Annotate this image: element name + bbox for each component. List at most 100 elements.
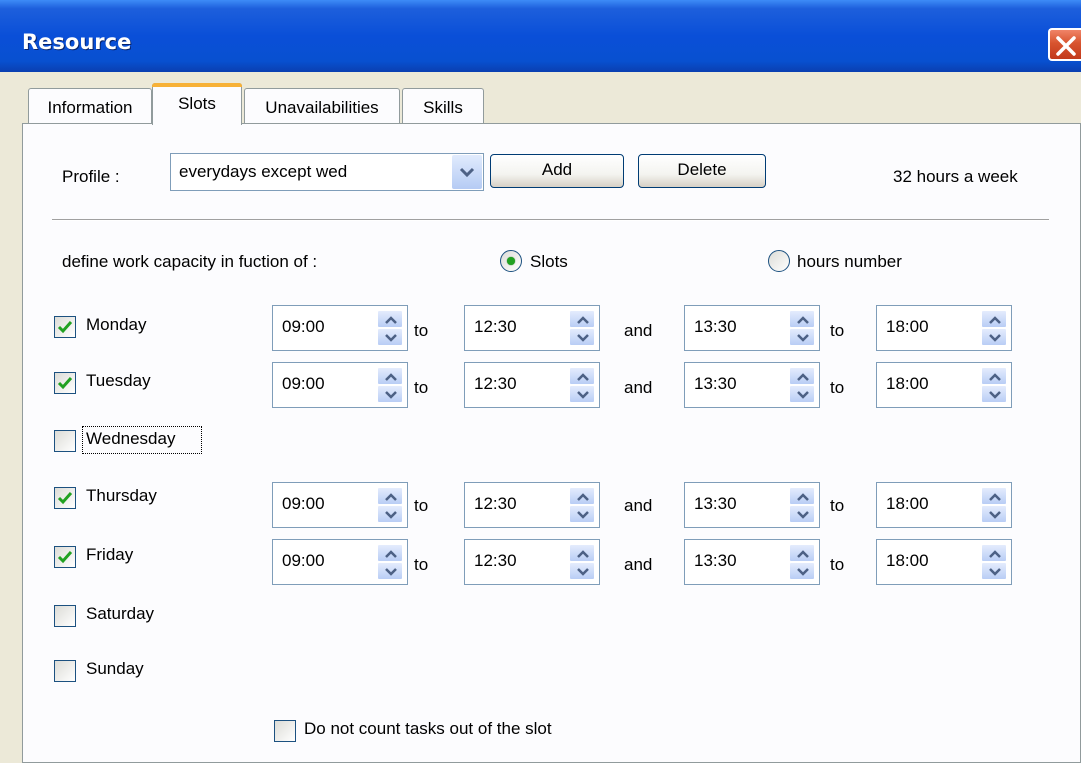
arrow-up-icon bbox=[577, 550, 589, 558]
spin-down-button[interactable] bbox=[377, 328, 403, 346]
arrow-up-icon bbox=[577, 373, 589, 381]
radio-hours-number[interactable] bbox=[768, 250, 790, 272]
time-value: 18:00 bbox=[886, 317, 929, 336]
checkbox-sunday[interactable] bbox=[54, 660, 76, 682]
spin-down-button[interactable] bbox=[377, 385, 403, 403]
arrow-up-icon bbox=[797, 493, 809, 501]
spin-down-button[interactable] bbox=[981, 385, 1007, 403]
monday-slot1-end[interactable]: 12:30 bbox=[464, 305, 600, 351]
arrow-up-icon bbox=[385, 493, 397, 501]
friday-slot1-end[interactable]: 12:30 bbox=[464, 539, 600, 585]
checkbox-tuesday[interactable] bbox=[54, 372, 76, 394]
spin-up-button[interactable] bbox=[377, 310, 403, 328]
spin-down-button[interactable] bbox=[981, 562, 1007, 580]
arrow-up-icon bbox=[989, 550, 1001, 558]
profile-select[interactable]: everydays except wed bbox=[170, 153, 484, 191]
friday-slot2-end[interactable]: 18:00 bbox=[876, 539, 1012, 585]
spin-down-button[interactable] bbox=[569, 562, 595, 580]
arrow-up-icon bbox=[989, 316, 1001, 324]
spin-up-button[interactable] bbox=[377, 367, 403, 385]
tab-information[interactable]: Information bbox=[28, 88, 152, 124]
dropdown-button[interactable] bbox=[452, 155, 482, 189]
arrow-down-icon bbox=[797, 334, 809, 342]
spin-up-button[interactable] bbox=[377, 544, 403, 562]
arrow-down-icon bbox=[989, 511, 1001, 519]
spin-up-button[interactable] bbox=[981, 310, 1007, 328]
friday-slot2-start[interactable]: 13:30 bbox=[684, 539, 820, 585]
arrow-up-icon bbox=[385, 373, 397, 381]
spin-up-button[interactable] bbox=[569, 310, 595, 328]
checkbox-wednesday[interactable] bbox=[54, 430, 76, 452]
spin-down-button[interactable] bbox=[789, 385, 815, 403]
time-value: 13:30 bbox=[694, 551, 737, 570]
thursday-slot1-end[interactable]: 12:30 bbox=[464, 482, 600, 528]
to-label: to bbox=[414, 496, 429, 515]
arrow-down-icon bbox=[385, 391, 397, 399]
thursday-slot2-start[interactable]: 13:30 bbox=[684, 482, 820, 528]
tab-skills-label: Skills bbox=[423, 98, 463, 117]
spin-up-button[interactable] bbox=[789, 487, 815, 505]
arrow-down-icon bbox=[989, 334, 1001, 342]
spin-up-button[interactable] bbox=[377, 487, 403, 505]
arrow-down-icon bbox=[577, 568, 589, 576]
monday-slot1-start[interactable]: 09:00 bbox=[272, 305, 408, 351]
arrow-down-icon bbox=[989, 568, 1001, 576]
day-label-wednesday: Wednesday bbox=[86, 429, 176, 448]
checkbox-thursday[interactable] bbox=[54, 487, 76, 509]
monday-slot2-start[interactable]: 13:30 bbox=[684, 305, 820, 351]
spin-down-button[interactable] bbox=[789, 562, 815, 580]
tuesday-slot1-end[interactable]: 12:30 bbox=[464, 362, 600, 408]
tab-slots[interactable]: Slots bbox=[152, 83, 242, 125]
radio-hours-number-label: hours number bbox=[797, 252, 902, 271]
close-button[interactable] bbox=[1048, 28, 1081, 61]
spin-up-button[interactable] bbox=[789, 544, 815, 562]
monday-slot2-end[interactable]: 18:00 bbox=[876, 305, 1012, 351]
separator bbox=[52, 219, 1049, 221]
to-label: to bbox=[830, 321, 845, 340]
spin-up-button[interactable] bbox=[569, 544, 595, 562]
spin-down-button[interactable] bbox=[981, 505, 1007, 523]
arrow-down-icon bbox=[577, 334, 589, 342]
thursday-slot2-end[interactable]: 18:00 bbox=[876, 482, 1012, 528]
spin-up-button[interactable] bbox=[981, 544, 1007, 562]
title-bar[interactable]: Resource bbox=[0, 0, 1081, 72]
and-label: and bbox=[624, 555, 653, 574]
add-button[interactable]: Add bbox=[490, 154, 624, 188]
spin-up-button[interactable] bbox=[789, 367, 815, 385]
spin-down-button[interactable] bbox=[981, 328, 1007, 346]
spin-up-button[interactable] bbox=[789, 310, 815, 328]
checkbox-out-of-slot[interactable] bbox=[274, 720, 296, 742]
spin-down-button[interactable] bbox=[569, 328, 595, 346]
time-value: 09:00 bbox=[282, 494, 325, 513]
spin-down-button[interactable] bbox=[569, 385, 595, 403]
thursday-slot1-start[interactable]: 09:00 bbox=[272, 482, 408, 528]
spin-down-button[interactable] bbox=[377, 562, 403, 580]
tuesday-slot2-start[interactable]: 13:30 bbox=[684, 362, 820, 408]
arrow-up-icon bbox=[577, 493, 589, 501]
time-value: 12:30 bbox=[474, 317, 517, 336]
tuesday-slot2-end[interactable]: 18:00 bbox=[876, 362, 1012, 408]
spin-up-button[interactable] bbox=[981, 487, 1007, 505]
arrow-up-icon bbox=[797, 373, 809, 381]
checkbox-monday[interactable] bbox=[54, 316, 76, 338]
spin-up-button[interactable] bbox=[569, 367, 595, 385]
check-icon bbox=[57, 551, 73, 564]
spin-down-button[interactable] bbox=[789, 505, 815, 523]
tab-skills[interactable]: Skills bbox=[402, 88, 484, 124]
checkbox-friday[interactable] bbox=[54, 546, 76, 568]
check-icon bbox=[57, 321, 73, 334]
delete-button[interactable]: Delete bbox=[638, 154, 766, 188]
and-label: and bbox=[624, 496, 653, 515]
spin-down-button[interactable] bbox=[569, 505, 595, 523]
spin-down-button[interactable] bbox=[377, 505, 403, 523]
spin-up-button[interactable] bbox=[569, 487, 595, 505]
time-value: 12:30 bbox=[474, 551, 517, 570]
radio-slots[interactable] bbox=[500, 250, 522, 272]
spin-up-button[interactable] bbox=[981, 367, 1007, 385]
friday-slot1-start[interactable]: 09:00 bbox=[272, 539, 408, 585]
arrow-down-icon bbox=[385, 568, 397, 576]
tuesday-slot1-start[interactable]: 09:00 bbox=[272, 362, 408, 408]
spin-down-button[interactable] bbox=[789, 328, 815, 346]
tab-unavailabilities[interactable]: Unavailabilities bbox=[244, 88, 400, 124]
checkbox-saturday[interactable] bbox=[54, 605, 76, 627]
